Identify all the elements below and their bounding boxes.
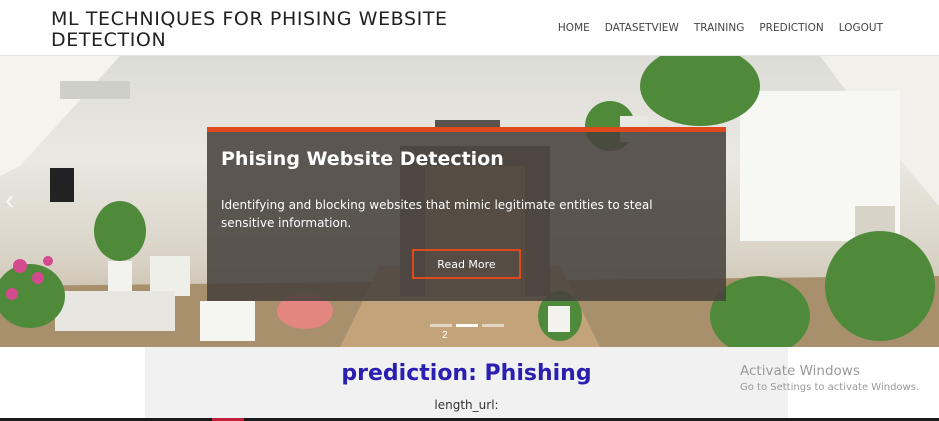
site-header: ML TECHNIQUES FOR PHISING WEBSITE DETECT… <box>0 0 939 56</box>
hero-carousel: ‹ Phising Website Detection Identifying … <box>0 56 939 347</box>
sofa <box>55 291 175 331</box>
length-url-label: length_url: <box>434 398 499 412</box>
carousel-prev-arrow[interactable]: ‹ <box>5 184 14 216</box>
hero-title: Phising Website Detection <box>221 148 504 170</box>
site-title[interactable]: ML TECHNIQUES FOR PHISING WEBSITE DETECT… <box>51 9 521 51</box>
air-vent-left <box>60 81 130 99</box>
main-nav: HOME DATASETVIEW TRAINING PREDICTION LOG… <box>558 22 883 34</box>
caption-box: Phising Website Detection Identifying an… <box>207 127 726 301</box>
carousel-indicators <box>430 324 504 327</box>
carousel-indicator[interactable] <box>482 324 504 327</box>
nav-prediction[interactable]: PREDICTION <box>759 22 823 34</box>
carousel-indicator-active[interactable] <box>456 324 478 327</box>
nav-logout[interactable]: LOGOUT <box>839 22 883 34</box>
nav-training[interactable]: TRAINING <box>694 22 745 34</box>
carousel-indicator[interactable] <box>430 324 452 327</box>
prediction-result: prediction: Phishing <box>341 361 592 386</box>
hero-description: Identifying and blocking websites that m… <box>221 198 653 230</box>
slide-number: 2 <box>442 330 448 341</box>
nav-home[interactable]: HOME <box>558 22 590 34</box>
watermark-title: Activate Windows <box>740 363 860 379</box>
watermark-subtitle: Go to Settings to activate Windows. <box>740 382 920 393</box>
prediction-result-panel: prediction: Phishing length_url: <box>145 347 788 421</box>
windows-activation-watermark: Activate Windows Go to Settings to activ… <box>740 363 919 393</box>
nav-datasetview[interactable]: DATASETVIEW <box>605 22 679 34</box>
read-more-button[interactable]: Read More <box>412 249 521 279</box>
tshirt-decor <box>50 168 74 202</box>
